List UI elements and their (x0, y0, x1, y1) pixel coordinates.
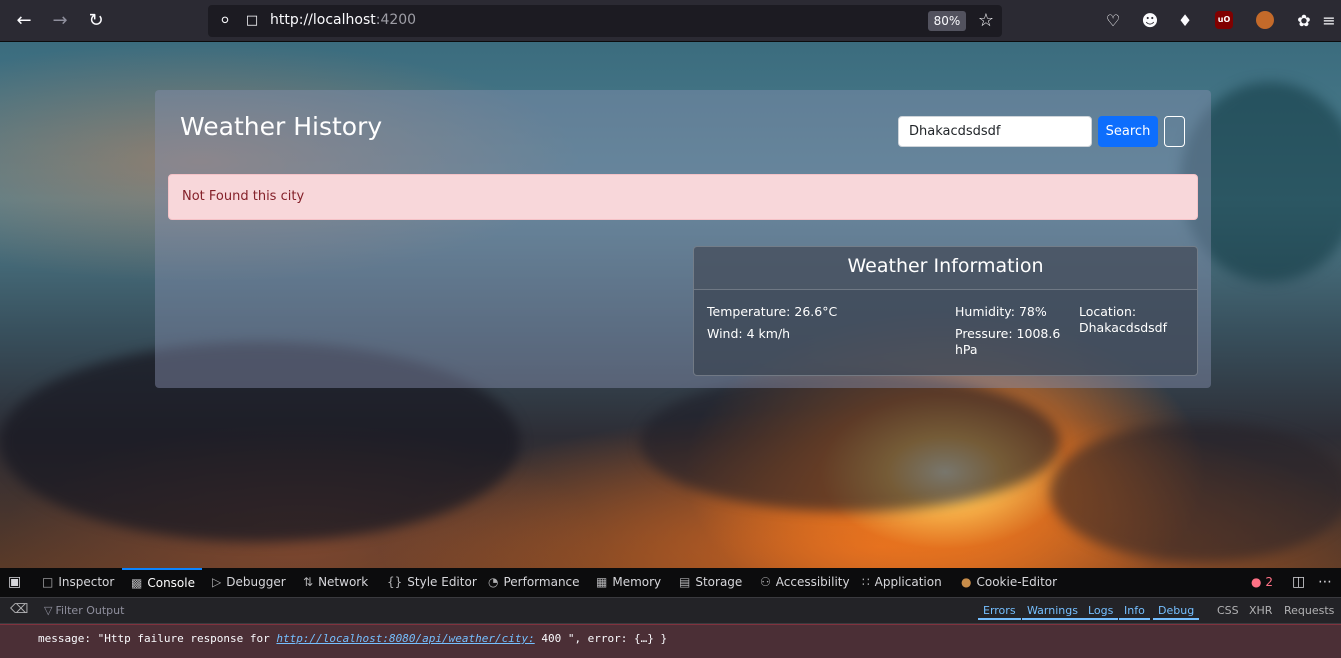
card-title: Weather Information (694, 247, 1197, 290)
extensions-icon[interactable]: ♦ (1172, 8, 1198, 34)
url-text[interactable]: http://localhost:4200 (270, 12, 416, 28)
pocket-icon[interactable]: ♡ (1100, 8, 1126, 34)
location-value: Location: Dhakacdsdsdf (1079, 304, 1167, 335)
tab-debugger[interactable]: ▷ Debugger (212, 568, 286, 598)
debugger-icon: ▷ (212, 575, 222, 589)
wind-value: Wind: 4 km/h (707, 326, 791, 341)
filter-output-input[interactable]: ▽ Filter Output (44, 604, 124, 617)
trash-icon[interactable]: ⌫ (10, 595, 28, 625)
console-error-row: message: "Http failure response for http… (0, 624, 1341, 658)
card-body: Temperature: 26.6°C Wind: 4 km/h Humidit… (694, 290, 1197, 375)
application-icon: ∷ (862, 575, 870, 589)
tab-style-editor[interactable]: {} Style Editor (387, 568, 477, 598)
page-viewport: Weather History Dhakacdsdsdf Search Not … (0, 42, 1341, 568)
error-alert: Not Found this city (168, 174, 1198, 220)
filter-requests[interactable]: Requests (1284, 604, 1334, 617)
level-errors[interactable]: Errors (978, 603, 1021, 620)
back-icon[interactable]: ← (11, 8, 37, 34)
inspector-icon: □ (42, 575, 54, 589)
tab-network[interactable]: ⇅ Network (303, 568, 368, 598)
accessibility-icon: ⚇ (760, 575, 771, 589)
reload-icon[interactable]: ↻ (83, 8, 109, 34)
performance-icon: ◔ (488, 575, 499, 589)
filter-css[interactable]: CSS (1217, 604, 1239, 617)
cloud (640, 372, 1060, 512)
level-debug[interactable]: Debug (1153, 603, 1200, 620)
ublock-icon[interactable]: uO (1215, 11, 1233, 29)
picker-icon[interactable]: ▣ (8, 568, 21, 598)
extension-icon[interactable] (1256, 11, 1274, 29)
cloud (1050, 422, 1341, 562)
tab-performance[interactable]: ◔ Performance (488, 568, 580, 598)
toggle-button[interactable] (1164, 116, 1185, 147)
level-info[interactable]: Info (1119, 603, 1150, 620)
tab-application[interactable]: ∷ Application (862, 568, 942, 598)
menu-icon[interactable]: ≡ (1316, 8, 1341, 34)
filter-icon: ▽ (44, 604, 53, 617)
search-button[interactable]: Search (1098, 116, 1158, 147)
weather-panel: Weather History Dhakacdsdsdf Search Not … (155, 90, 1211, 388)
shield-icon[interactable]: ⚪ (212, 8, 238, 34)
zoom-level[interactable]: 80% (928, 11, 966, 31)
filter-xhr[interactable]: XHR (1249, 604, 1272, 617)
console-icon: ▩ (131, 576, 143, 590)
tab-accessibility[interactable]: ⚇ Accessibility (760, 568, 850, 598)
more-options-icon[interactable]: ⋯ (1318, 568, 1332, 598)
tab-storage[interactable]: ▤ Storage (679, 568, 742, 598)
level-warnings[interactable]: Warnings (1022, 603, 1083, 620)
error-count-badge[interactable]: ● 2 (1251, 568, 1273, 598)
devtools-tabbar: ▣ □ Inspector ▩ Console ▷ Debugger ⇅ Network… (0, 568, 1341, 598)
memory-icon: ▦ (596, 575, 608, 589)
page-info-icon[interactable]: □ (239, 8, 265, 34)
tab-inspector[interactable]: □ Inspector (42, 568, 114, 598)
console-filter-bar: ⌫ ▽ Filter Output Errors Warnings Logs In… (0, 598, 1341, 624)
search-input[interactable]: Dhakacdsdsdf (898, 116, 1092, 147)
error-url-link[interactable]: http://localhost:8080/api/weather/city: (276, 632, 534, 645)
tab-cookie-editor[interactable]: ● Cookie-Editor (961, 568, 1057, 598)
humidity-value: Humidity: 78% (955, 304, 1047, 319)
temperature-value: Temperature: 26.6°C (707, 304, 838, 319)
style-editor-icon: {} (387, 575, 403, 589)
cookie-icon[interactable]: ✿ (1291, 8, 1317, 34)
network-icon: ⇅ (303, 575, 314, 589)
account-icon[interactable]: ☻ (1137, 8, 1163, 34)
level-logs[interactable]: Logs (1083, 603, 1119, 620)
browser-toolbar: ← → ↻ ⚪ □ http://localhost:4200 80% ☆ ♡ … (0, 0, 1341, 42)
forward-icon[interactable]: → (47, 8, 73, 34)
dock-icon[interactable]: ◫ (1292, 568, 1305, 598)
tab-console[interactable]: ▩ Console (122, 568, 202, 598)
devtools-panel: ▣ □ Inspector ▩ Console ▷ Debugger ⇅ Network… (0, 568, 1341, 658)
pressure-value: Pressure: 1008.6 hPa (955, 326, 1061, 357)
page-title: Weather History (180, 112, 383, 141)
cookie-editor-icon: ● (961, 575, 972, 589)
error-message: message: "Http failure response for http… (38, 632, 668, 645)
weather-info-card: Weather Information Temperature: 26.6°C … (693, 246, 1198, 376)
storage-icon: ▤ (679, 575, 691, 589)
error-icon: ● (1251, 575, 1262, 589)
url-bar[interactable]: ⚪ □ http://localhost:4200 80% ☆ (208, 5, 1002, 37)
bookmark-star-icon[interactable]: ☆ (973, 8, 999, 34)
tab-memory[interactable]: ▦ Memory (596, 568, 661, 598)
